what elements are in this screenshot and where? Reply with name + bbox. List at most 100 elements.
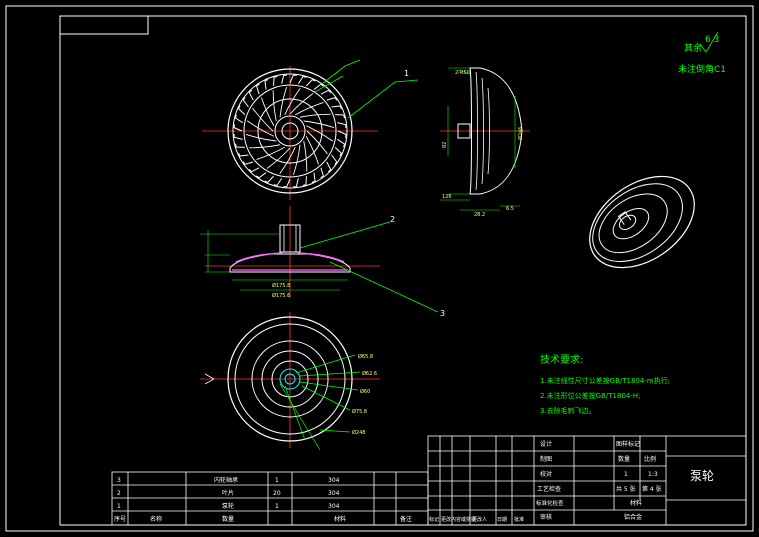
outer-slot [234, 143, 245, 148]
tech-requirements: 技术要求: 1.未注线性尺寸公差按GB/T1804-m执行; 2.未注形位公差按… [540, 353, 670, 415]
outer-slot [311, 172, 316, 183]
part-qty-3: 1 [275, 477, 279, 484]
outer-slot [234, 114, 244, 124]
blade [252, 107, 274, 132]
corner-box [59, 15, 149, 35]
part-qty-2: 20 [273, 490, 281, 497]
outer-slot [273, 177, 283, 187]
outer-slot [273, 75, 278, 86]
outer-slot [297, 75, 307, 85]
outer-slot [326, 97, 338, 101]
bottom-dim-3: Ø60 [360, 388, 370, 395]
outer-slot [337, 130, 347, 138]
tb-row-col2-5: 材料 [630, 499, 642, 507]
tb-bottom-2: 更改内容或依据 [441, 516, 476, 523]
outer-slot [256, 83, 260, 95]
outer-slot [302, 176, 307, 187]
tb-row-col2-6: 铝合金 [624, 513, 642, 521]
tb-row-col2-2: 数量 [618, 455, 630, 463]
outer-slot [256, 172, 267, 179]
isometric-view [589, 175, 695, 269]
side-dim-4: 126 [442, 194, 452, 200]
tb-row-label-6: 审核 [540, 513, 552, 521]
part-mat-3: 304 [328, 477, 340, 484]
bottom-dim-5: Ø248 [352, 429, 365, 436]
header-qty: 数量 [222, 515, 234, 523]
part-qty-1: 1 [275, 503, 279, 510]
roughness-value: 6.3 [705, 35, 719, 45]
section-view: Ø175.8 Ø175.6 2 3 [200, 206, 445, 318]
drawing-title: 泵轮 [690, 469, 714, 483]
blade [303, 140, 308, 172]
tb-row-label-1: 设计 [540, 440, 552, 448]
outer-slot [242, 161, 254, 165]
tb-row-col2-4: 共 5 张 [616, 485, 636, 493]
inner-border [59, 15, 747, 526]
part-no-1: 1 [117, 503, 121, 510]
outer-slot [334, 147, 342, 157]
blade [249, 144, 281, 149]
outer-slot [281, 74, 287, 84]
blade [272, 90, 277, 122]
part-mat-2: 304 [328, 490, 340, 497]
outer-slot [320, 89, 332, 95]
part-name-2: 叶片 [222, 489, 234, 497]
callout-1: 1 [404, 69, 409, 78]
tb-bottom-5: 批准 [514, 516, 524, 523]
bottom-dim-2: Ø62.6 [362, 370, 377, 377]
tb-row-label-3: 校对 [540, 470, 552, 478]
part-mat-1: 304 [328, 503, 340, 510]
parts-list-text: 3 内轮轴承 1 304 2 叶片 20 304 1 泵轮 1 304 序号 名… [114, 476, 412, 523]
outer-slot [238, 152, 249, 157]
outer-border [5, 5, 754, 532]
header-name: 名称 [150, 515, 162, 523]
bottom-dim-1: Ø65.8 [358, 353, 373, 360]
tb-row-label-2: 制图 [540, 455, 552, 463]
roughness-note: 6.3 其余 未注倒角C1 [678, 31, 726, 75]
outer-slot [326, 161, 332, 173]
header-note: 备注 [400, 515, 412, 523]
tb-bottom-4: 日期 [497, 517, 507, 523]
side-dim-6: 6.5 [506, 206, 514, 212]
tb-row-col3-4: 第 4 张 [642, 485, 662, 493]
outer-slot [331, 105, 342, 110]
blade [299, 113, 331, 118]
outer-slot [335, 114, 346, 119]
tb-row-label-5: 标准化检查 [536, 499, 564, 507]
outer-slot [289, 74, 297, 84]
section-dim-1: Ø175.8 [272, 282, 290, 289]
header-material: 材料 [334, 515, 346, 523]
tech-item-2: 2.未注形位公差按GB/T1804-H; [540, 391, 641, 400]
outer-slot [238, 105, 246, 115]
blade [266, 147, 291, 169]
outer-slot [313, 83, 324, 90]
outer-slot [248, 89, 254, 101]
tb-row-col3-3: 1:3 [648, 471, 658, 478]
chamfer-note: 未注倒角C1 [678, 63, 726, 75]
part-no-2: 2 [117, 490, 121, 497]
part-no-3: 3 [117, 477, 121, 484]
part-name-3: 内轮轴承 [214, 476, 238, 484]
title-block-text: 设计 制图 校对 工艺检查 标准化检查 审核 图样标记 数量 比例 1 1:3 … [429, 440, 714, 523]
outer-slot [306, 79, 316, 87]
bottom-view: Ø65.8 Ø62.6 Ø60 Ø75.8 Ø248 [200, 312, 380, 451]
outer-slot [233, 134, 243, 140]
tb-bottom-1: 标记 [429, 516, 439, 523]
tech-item-1: 1.未注线性尺寸公差按GB/T1804-m执行; [540, 376, 670, 385]
side-dim-3: 82 [442, 142, 448, 148]
tb-row-col2-3: 1 [624, 471, 628, 478]
side-dim-5: 28.2 [474, 212, 485, 218]
side-dim-2: Ø246 [517, 127, 524, 140]
part-name-1: 泵轮 [222, 502, 234, 510]
cad-drawing: 1 Ø175.8 Ø175.6 2 3 Ø65.8 Ø62.6 Ø60 Ø75.… [5, 5, 754, 532]
roughness-prefix: 其余 [684, 42, 702, 54]
outer-slot [248, 167, 260, 173]
bottom-dim-4: Ø75.8 [352, 408, 367, 415]
top-view: 1 [202, 59, 419, 200]
outer-slot [331, 154, 338, 165]
outer-slot [337, 122, 347, 128]
outer-slot [233, 124, 243, 132]
outer-slot [283, 178, 291, 188]
section-dim-2: Ø175.6 [272, 292, 290, 299]
tb-row-col3-2: 比例 [644, 455, 656, 463]
